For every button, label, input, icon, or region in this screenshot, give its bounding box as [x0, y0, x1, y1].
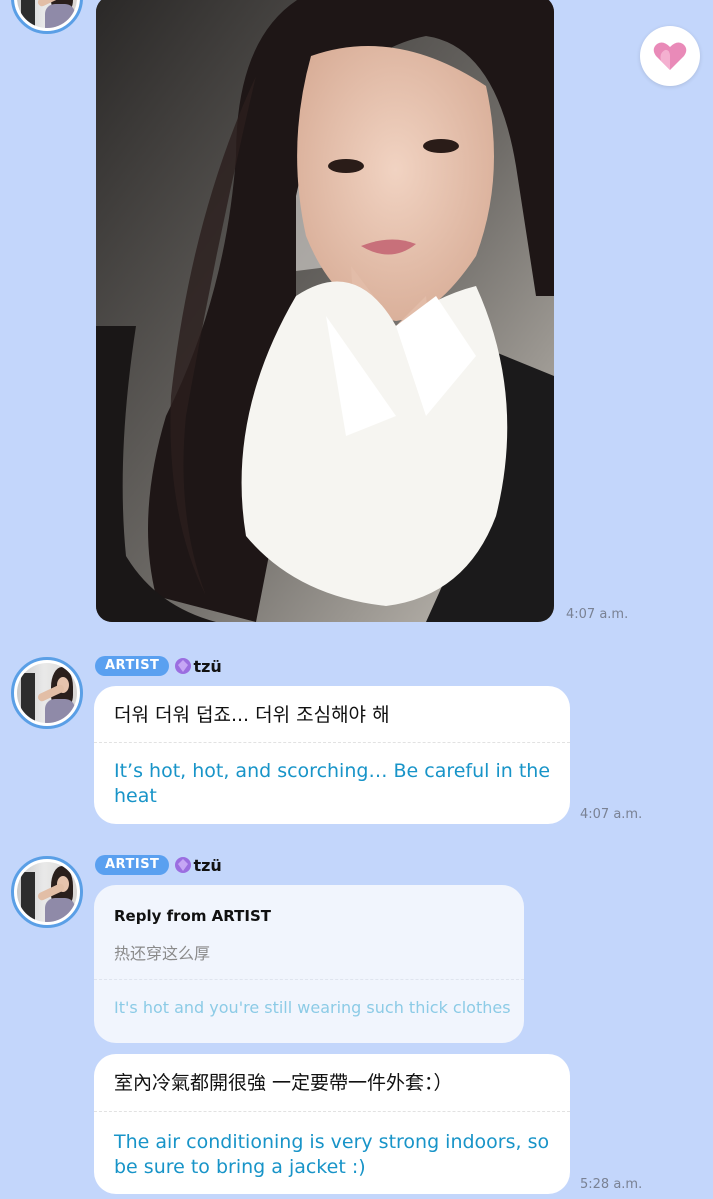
artist-badge: ARTIST: [95, 656, 170, 676]
heart-icon: [653, 42, 687, 70]
reply-translation-text: It's hot and you're still wearing such t…: [114, 998, 511, 1017]
sender-name: tzü: [193, 656, 222, 676]
sender-header: ARTIST tzü: [95, 656, 222, 676]
artist-avatar[interactable]: [11, 657, 83, 729]
message-translation-text: The air conditioning is very strong indo…: [114, 1131, 550, 1178]
reply-original-text: 热还穿这么厚: [114, 944, 211, 963]
avatar-image: [17, 862, 77, 922]
selfie-photo: [96, 0, 554, 622]
translation-divider: [94, 742, 570, 743]
avatar-image: [17, 663, 77, 723]
photo-timestamp: 4:07 a.m.: [566, 607, 629, 622]
message-timestamp: 4:07 a.m.: [580, 807, 643, 822]
message-bubble[interactable]: 室內冷氣都開很強 一定要帶一件外套：） The air conditioning…: [94, 1054, 570, 1194]
sender-name: tzü: [193, 855, 222, 875]
message-original-text: 더워 더워 덥죠... 더위 조심해야 해: [114, 704, 390, 726]
artist-avatar[interactable]: [11, 856, 83, 928]
artist-avatar[interactable]: [11, 0, 83, 34]
reply-bubble[interactable]: Reply from ARTIST 热还穿这么厚 It's hot and yo…: [94, 885, 524, 1043]
gem-icon: [175, 857, 192, 873]
reply-title: Reply from ARTIST: [114, 907, 272, 925]
sender-header: ARTIST tzü: [95, 855, 222, 875]
like-button[interactable]: [640, 26, 700, 86]
photo-message[interactable]: [96, 0, 554, 622]
artist-badge: ARTIST: [95, 855, 170, 875]
message-original-text: 室內冷氣都開很強 一定要帶一件外套：）: [114, 1072, 453, 1094]
message-timestamp: 5:28 a.m.: [580, 1177, 643, 1192]
translation-divider: [94, 979, 524, 980]
message-bubble[interactable]: 더워 더워 덥죠... 더위 조심해야 해 It’s hot, hot, and…: [94, 686, 570, 824]
gem-icon: [175, 658, 192, 674]
message-translation-text: It’s hot, hot, and scorching… Be careful…: [114, 760, 551, 807]
translation-divider: [94, 1111, 570, 1112]
avatar-image: [17, 0, 77, 28]
